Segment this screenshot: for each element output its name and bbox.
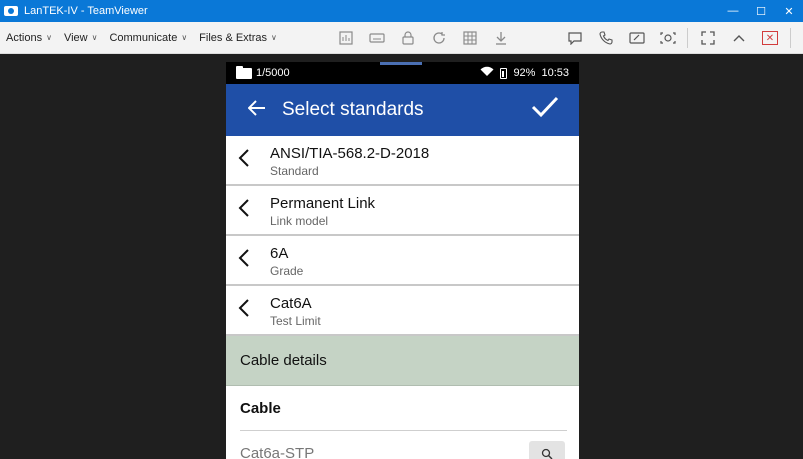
test-limit-row[interactable]: Cat6A Test Limit	[226, 286, 579, 336]
standard-label: Standard	[270, 164, 319, 178]
whiteboard-icon[interactable]	[621, 22, 652, 54]
window-title: LanTEK-IV - TeamViewer	[24, 5, 148, 17]
battery-level: 92%	[513, 67, 536, 79]
grade-label: Grade	[270, 264, 304, 278]
chevron-left-icon	[238, 298, 250, 323]
chart-icon[interactable]	[330, 22, 361, 54]
folder-icon	[236, 65, 252, 79]
notch-indicator	[380, 62, 422, 65]
cable-value: Cat6a-STP	[240, 445, 315, 459]
cable-search-button[interactable]	[529, 441, 565, 459]
chat-icon[interactable]	[559, 22, 590, 54]
chevron-left-icon	[238, 198, 250, 223]
collapse-icon[interactable]	[723, 22, 754, 54]
close-window-button[interactable]: ✕	[775, 0, 803, 22]
link-model-row[interactable]: Permanent Link Link model	[226, 186, 579, 236]
toolbar: Actions ∨ View ∨ Communicate ∨ Files & Extr…	[0, 22, 803, 54]
chevron-down-icon: ∨	[181, 33, 188, 42]
chevron-left-icon	[238, 148, 250, 173]
lock-icon[interactable]	[392, 22, 423, 54]
refresh-icon[interactable]	[423, 22, 454, 54]
download-icon[interactable]	[485, 22, 516, 54]
clock: 10:53	[541, 67, 569, 79]
menu-files-extras-label: Files & Extras	[199, 31, 268, 44]
menu-files-extras[interactable]: Files & Extras ∨	[193, 22, 283, 54]
cable-header: Cable	[240, 399, 281, 417]
menu-actions-label: Actions	[6, 31, 43, 44]
menu-actions[interactable]: Actions ∨	[0, 22, 58, 54]
device-status-bar: 1/5000 92% 10:53	[226, 62, 579, 84]
disconnect-icon[interactable]: ✕	[762, 31, 778, 45]
camera-icon[interactable]	[652, 22, 683, 54]
standard-row[interactable]: ANSI/TIA-568.2-D-2018 Standard	[226, 136, 579, 186]
window-title-bar: LanTEK-IV - TeamViewer — ☐ ✕	[0, 0, 803, 22]
result-counter: 1/5000	[256, 67, 290, 79]
menu-communicate-label: Communicate	[109, 31, 178, 44]
cable-field[interactable]: Cat6a-STP	[226, 431, 579, 459]
remote-screen: 1/5000 92% 10:53 Select standards ANSI/T…	[0, 54, 803, 459]
app-bar: Select standards	[226, 84, 579, 136]
chevron-down-icon: ∨	[91, 33, 98, 42]
menu-view[interactable]: View ∨	[58, 22, 104, 54]
teamviewer-logo-icon	[4, 6, 18, 16]
maximize-button[interactable]: ☐	[747, 0, 775, 22]
test-limit-label: Test Limit	[270, 314, 321, 328]
link-model-value: Permanent Link	[270, 195, 376, 212]
keyboard-icon[interactable]	[361, 22, 392, 54]
wifi-icon	[480, 66, 494, 80]
back-arrow-icon[interactable]	[247, 100, 270, 120]
grade-value: 6A	[270, 245, 289, 262]
grade-row[interactable]: 6A Grade	[226, 236, 579, 286]
phone-icon[interactable]	[590, 22, 621, 54]
device-screen: 1/5000 92% 10:53 Select standards ANSI/T…	[226, 62, 579, 459]
page-title: Select standards	[282, 99, 424, 120]
test-limit-value: Cat6A	[270, 295, 312, 312]
search-icon	[541, 448, 553, 459]
chevron-left-icon	[238, 248, 250, 273]
minimize-button[interactable]: —	[719, 0, 747, 22]
standard-value: ANSI/TIA-568.2-D-2018	[270, 145, 430, 162]
chevron-down-icon: ∨	[271, 33, 277, 42]
menu-communicate[interactable]: Communicate ∨	[103, 22, 193, 54]
cable-details-section: Cable details	[226, 336, 579, 386]
toolbar-divider	[790, 28, 791, 48]
chevron-down-icon: ∨	[46, 33, 52, 42]
toolbar-divider	[687, 28, 688, 48]
pattern-icon[interactable]	[454, 22, 485, 54]
confirm-check-icon[interactable]	[531, 96, 559, 122]
fullscreen-icon[interactable]	[692, 22, 723, 54]
battery-icon	[500, 67, 508, 79]
menu-view-label: View	[63, 31, 88, 44]
link-model-label: Link model	[270, 214, 329, 228]
